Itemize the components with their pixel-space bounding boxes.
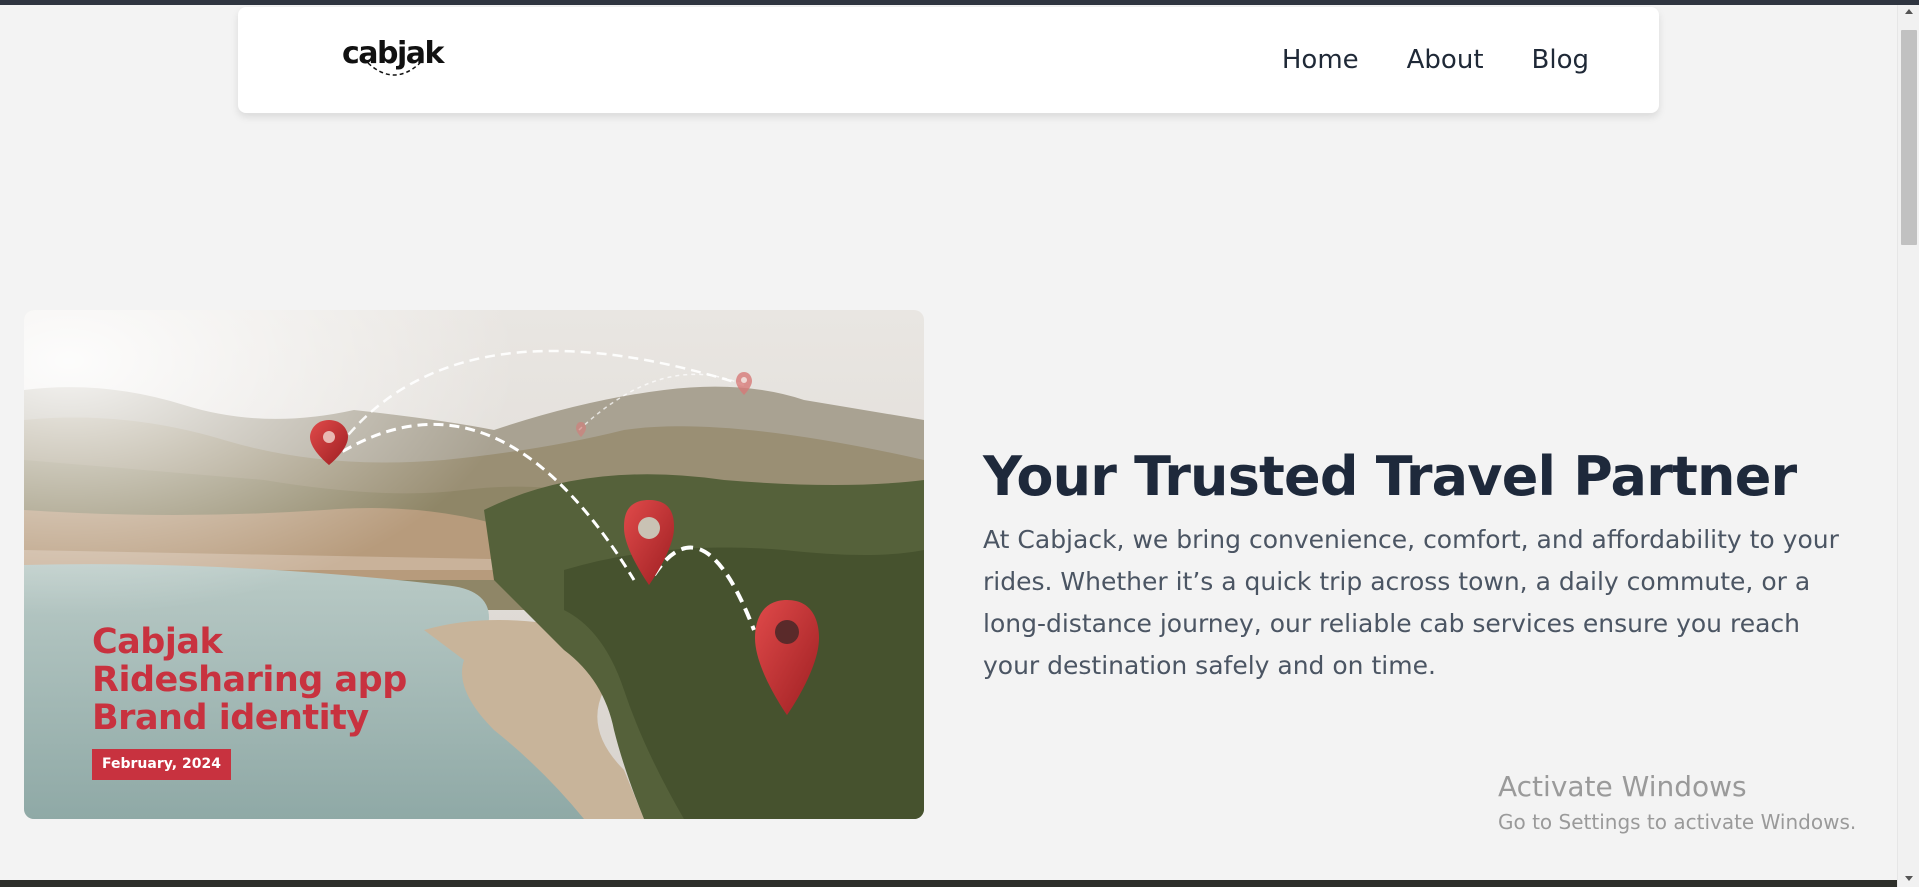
windows-activation-watermark: Activate Windows Go to Settings to activ… (1498, 767, 1856, 837)
hero-title: Your Trusted Travel Partner (983, 445, 1797, 508)
landscape-illustration (24, 310, 924, 819)
logo[interactable]: cabjak (342, 37, 452, 93)
nav-link-home[interactable]: Home (1282, 45, 1359, 75)
brand-title: Cabjak Ridesharing app Brand identity (92, 623, 452, 737)
brand-title-line: Ridesharing app (92, 660, 407, 700)
hero-image: Cabjak Ridesharing app Brand identity Fe… (24, 310, 924, 819)
scroll-thumb[interactable] (1901, 30, 1917, 245)
brand-date-badge: February, 2024 (92, 749, 231, 780)
nav-link-blog[interactable]: Blog (1532, 45, 1589, 75)
navbar: cabjak Home About Blog (238, 7, 1659, 113)
watermark-title: Activate Windows (1498, 770, 1747, 803)
logo-arc-icon (367, 62, 421, 76)
hero-description: At Cabjack, we bring convenience, comfor… (983, 525, 1839, 680)
brand-title-line: Brand identity (92, 698, 369, 738)
page-scrollbar[interactable] (1897, 5, 1919, 887)
watermark-subtitle: Go to Settings to activate Windows. (1498, 810, 1857, 834)
page-bottom-edge (0, 880, 1897, 887)
nav-links: Home About Blog (1282, 45, 1589, 75)
browser-top-edge (0, 0, 1919, 5)
scroll-up-arrow-icon[interactable] (1905, 9, 1913, 14)
scroll-down-arrow-icon[interactable] (1905, 876, 1913, 881)
nav-link-about[interactable]: About (1407, 45, 1484, 75)
brand-title-line: Cabjak (92, 622, 223, 662)
